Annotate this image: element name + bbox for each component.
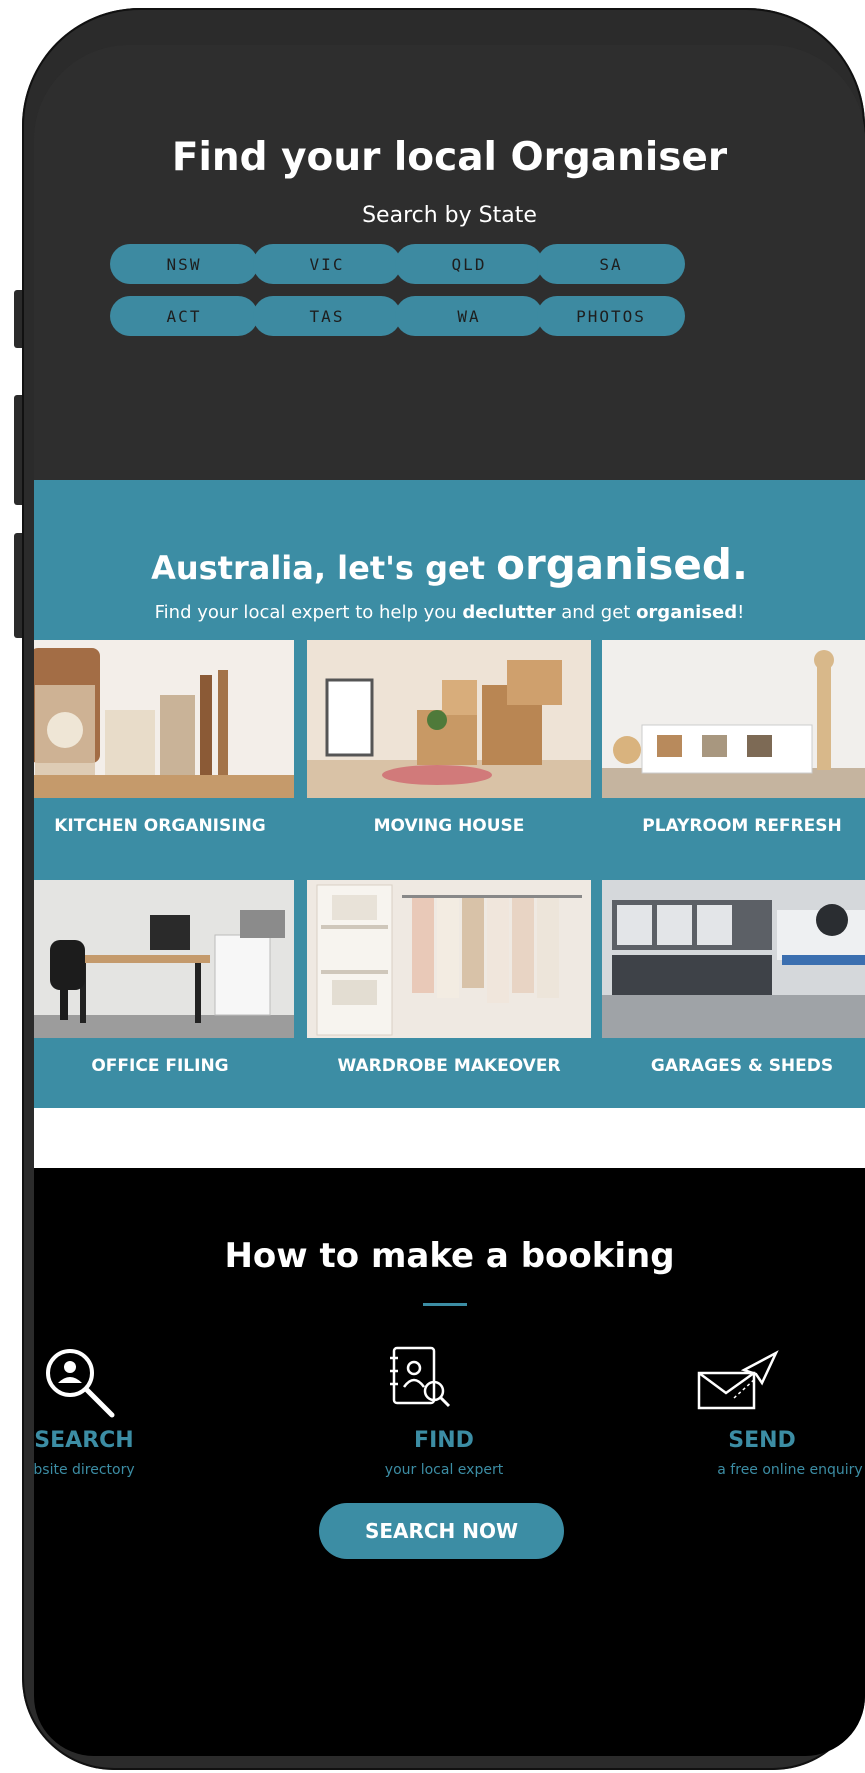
promo-heading: Australia, let's get organised. (34, 540, 865, 589)
step-send-title: SEND (728, 1428, 796, 1453)
playroom-card-image[interactable] (602, 640, 865, 798)
promo-sub-declutter: declutter (462, 602, 556, 623)
promo-sub-end: ! (737, 602, 745, 623)
phone-screen: Find your local Organiser Search by Stat… (34, 45, 865, 1756)
category-label-office[interactable]: OFFICE FILING (34, 1056, 310, 1076)
state-button-tas[interactable]: TAS (253, 296, 401, 336)
promo-subheading: Find your local expert to help you declu… (34, 602, 865, 623)
category-label-kitchen[interactable]: KITCHEN ORGANISING (34, 816, 310, 836)
photos-button[interactable]: PHOTOS (537, 296, 685, 336)
step-send-sub: a free online enquiry (717, 1462, 863, 1478)
promo-sub-text: Find your local expert to help you (154, 602, 463, 623)
state-button-sa[interactable]: SA (537, 244, 685, 284)
kitchen-card-image[interactable] (34, 640, 294, 798)
address-book-icon (386, 1343, 456, 1423)
booking-section: How to make a booking SEARCH FIND SEND b… (34, 1168, 865, 1756)
state-button-qld[interactable]: QLD (395, 244, 543, 284)
page-title: Find your local Organiser (171, 135, 728, 180)
state-search-section: Find your local Organiser Search by Stat… (34, 45, 865, 480)
garage-card-image[interactable] (602, 880, 865, 1038)
search-now-button[interactable]: SEARCH NOW (319, 1503, 564, 1559)
state-button-nsw[interactable]: NSW (110, 244, 258, 284)
promo-heading-text: Australia, let's get (151, 549, 497, 587)
step-find-title: FIND (414, 1428, 474, 1453)
state-button-wa[interactable]: WA (395, 296, 543, 336)
category-label-garage[interactable]: GARAGES & SHEDS (592, 1056, 865, 1076)
section-divider (34, 1108, 865, 1168)
promo-sub-organised: organised (636, 602, 738, 623)
title-underline (423, 1303, 467, 1306)
category-label-wardrobe[interactable]: WARDROBE MAKEOVER (299, 1056, 599, 1076)
moving-card-image[interactable] (307, 640, 591, 798)
step-search-sub: website directory (34, 1462, 135, 1478)
wardrobe-card-image[interactable] (307, 880, 591, 1038)
promo-heading-emphasis: organised. (496, 540, 748, 589)
booking-title: How to make a booking (224, 1236, 675, 1276)
page-subtitle: Search by State (362, 203, 537, 228)
state-button-vic[interactable]: VIC (253, 244, 401, 284)
promo-sub-mid: and get (555, 602, 637, 623)
category-label-moving[interactable]: MOVING HOUSE (299, 816, 599, 836)
step-search-title: SEARCH (34, 1428, 134, 1453)
promo-section: Australia, let's get organised. Find you… (34, 480, 865, 1108)
envelope-send-icon (694, 1348, 784, 1428)
step-find-sub: your local expert (384, 1462, 504, 1478)
state-button-act[interactable]: ACT (110, 296, 258, 336)
office-card-image[interactable] (34, 880, 294, 1038)
search-person-icon (40, 1343, 120, 1423)
category-label-playroom[interactable]: PLAYROOM REFRESH (592, 816, 865, 836)
